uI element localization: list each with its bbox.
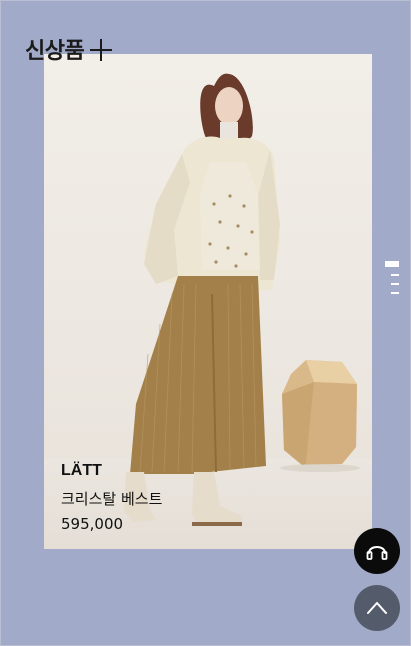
headset-icon bbox=[366, 546, 388, 560]
section-header[interactable]: 신상품 bbox=[25, 33, 113, 65]
pager-dot[interactable] bbox=[391, 274, 399, 276]
pager-dot[interactable] bbox=[391, 292, 399, 294]
pager-dot-active[interactable] bbox=[385, 261, 399, 267]
slide-pager bbox=[385, 261, 399, 294]
chevron-up-icon bbox=[367, 602, 387, 614]
scroll-to-top-button[interactable] bbox=[354, 585, 400, 631]
product-card[interactable]: LÄTT 크리스탈 베스트 595,000 bbox=[44, 54, 372, 549]
product-name: 크리스탈 베스트 bbox=[61, 490, 163, 508]
product-price: 595,000 bbox=[61, 515, 124, 533]
customer-support-button[interactable] bbox=[354, 528, 400, 574]
plus-icon[interactable] bbox=[90, 39, 113, 61]
new-arrivals-section: 신상품 LÄTT 크리스탈 베스트 595,000 bbox=[0, 0, 411, 646]
section-title: 신상품 bbox=[25, 39, 85, 64]
product-brand: LÄTT bbox=[61, 462, 102, 479]
pager-dot[interactable] bbox=[391, 283, 399, 285]
product-info[interactable]: LÄTT 크리스탈 베스트 595,000 bbox=[61, 462, 162, 533]
